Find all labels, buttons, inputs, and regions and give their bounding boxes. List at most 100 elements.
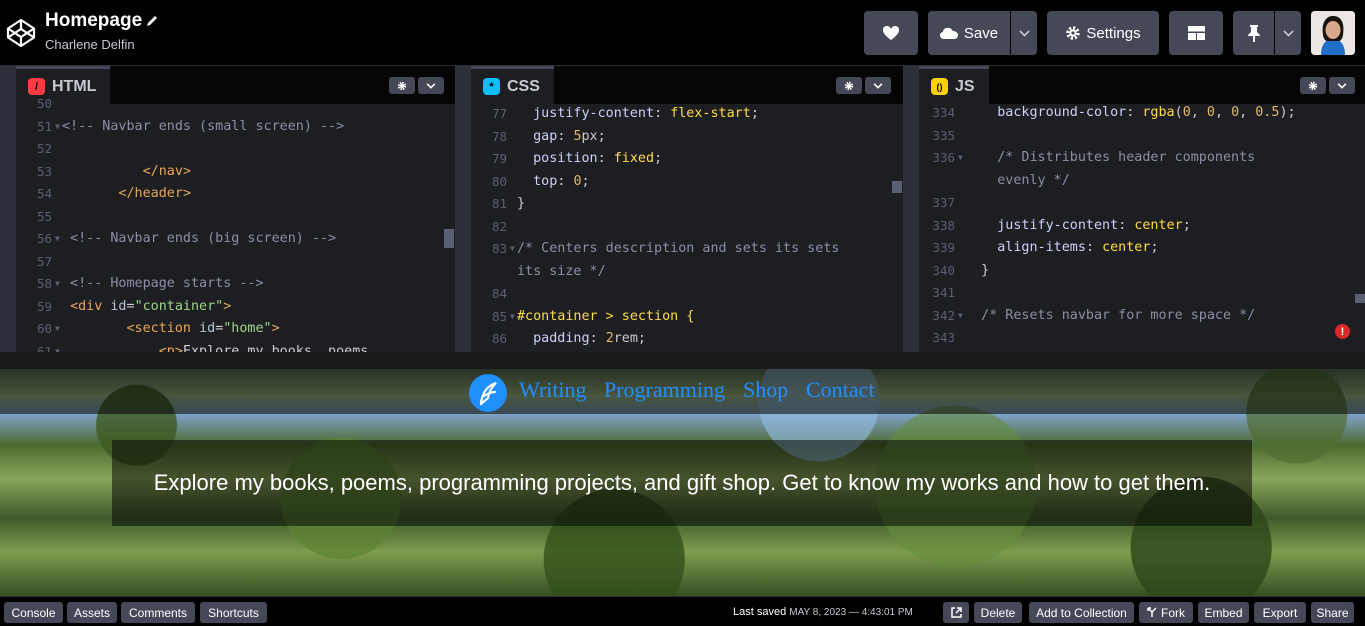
user-avatar[interactable] bbox=[1311, 11, 1355, 55]
fold-arrow-icon[interactable]: ▼ bbox=[958, 147, 963, 170]
code-line[interactable]: 52 bbox=[16, 138, 455, 161]
code-line[interactable]: its size */ bbox=[471, 261, 903, 284]
love-button[interactable] bbox=[864, 11, 918, 55]
code-line[interactable]: 82 bbox=[471, 216, 903, 239]
preview-frame[interactable]: Writing Programming Shop Contact Explore… bbox=[0, 352, 1365, 596]
export-button[interactable]: Export bbox=[1254, 602, 1306, 623]
code-line[interactable]: 84 bbox=[471, 283, 903, 306]
code-text: </nav> bbox=[142, 163, 191, 179]
site-logo-icon[interactable] bbox=[469, 374, 507, 412]
fold-arrow-icon[interactable]: ▼ bbox=[55, 318, 60, 341]
css-scrollbar[interactable] bbox=[892, 181, 902, 193]
assets-button[interactable]: Assets bbox=[67, 602, 117, 623]
fold-arrow-icon[interactable]: ▼ bbox=[55, 341, 60, 353]
code-line[interactable]: 81} bbox=[471, 193, 903, 216]
code-line[interactable]: 86 padding: 2rem; bbox=[471, 328, 903, 351]
console-button[interactable]: Console bbox=[4, 602, 63, 623]
js-options-button[interactable] bbox=[1329, 77, 1355, 94]
code-text: background-color: rgba(0, 0, 0, 0.5); bbox=[997, 105, 1296, 120]
fork-label: Fork bbox=[1161, 605, 1185, 620]
code-line[interactable]: 55 bbox=[16, 206, 455, 229]
nav-link-writing[interactable]: Writing bbox=[519, 377, 587, 403]
line-number: 52 bbox=[36, 141, 52, 156]
fold-arrow-icon[interactable]: ▼ bbox=[55, 273, 60, 296]
code-line[interactable]: 51 ▼ <!-- Navbar ends (small screen) --> bbox=[16, 116, 455, 139]
pen-author[interactable]: Charlene Delfin bbox=[45, 37, 135, 52]
html-scrollbar[interactable] bbox=[444, 229, 454, 248]
code-line[interactable]: 338 justify-content: center; bbox=[919, 215, 1365, 238]
code-line[interactable]: evenly */ bbox=[919, 170, 1365, 193]
code-line[interactable]: 58 ▼ <!-- Homepage starts --> bbox=[16, 273, 455, 296]
pin-options-button[interactable] bbox=[1275, 11, 1301, 55]
nav-link-shop[interactable]: Shop bbox=[743, 377, 788, 403]
settings-button[interactable]: Settings bbox=[1047, 11, 1159, 55]
external-link-icon bbox=[950, 607, 962, 618]
line-number: 58 bbox=[36, 276, 52, 291]
line-number: 340 bbox=[932, 262, 955, 278]
codepen-logo-icon[interactable] bbox=[6, 18, 36, 48]
code-line[interactable]: 78 gap: 5px; bbox=[471, 126, 903, 149]
code-line[interactable]: 336 ▼ /* Distributes header components bbox=[919, 147, 1365, 170]
comments-button[interactable]: Comments bbox=[121, 602, 195, 623]
code-line[interactable]: 53 </nav> bbox=[16, 161, 455, 184]
css-code[interactable]: 77 justify-content: flex-start; 78 gap: 5… bbox=[471, 104, 903, 352]
fold-arrow-icon[interactable]: ▼ bbox=[958, 305, 963, 328]
fork-button[interactable]: Fork bbox=[1139, 602, 1193, 623]
share-button[interactable]: Share bbox=[1311, 602, 1354, 623]
code-line[interactable]: 54 </header> bbox=[16, 183, 455, 206]
embed-button[interactable]: Embed bbox=[1198, 602, 1249, 623]
pin-button[interactable] bbox=[1233, 11, 1274, 55]
delete-button[interactable]: Delete bbox=[974, 602, 1022, 623]
js-scrollbar[interactable] bbox=[1355, 294, 1365, 303]
code-line[interactable]: 77 justify-content: flex-start; bbox=[471, 103, 903, 126]
code-line[interactable]: 339 align-items: center; bbox=[919, 237, 1365, 260]
js-code[interactable]: 334 background-color: rgba(0, 0, 0, 0.5)… bbox=[919, 104, 1365, 352]
change-view-button[interactable] bbox=[1169, 11, 1223, 55]
shortcuts-button[interactable]: Shortcuts bbox=[200, 602, 267, 623]
css-options-button[interactable] bbox=[865, 77, 891, 94]
code-line[interactable]: 343 bbox=[919, 327, 1365, 350]
line-number: 55 bbox=[36, 208, 52, 224]
code-line[interactable]: 50 bbox=[16, 93, 455, 116]
code-line[interactable]: 341 bbox=[919, 282, 1365, 305]
save-options-button[interactable] bbox=[1011, 11, 1037, 55]
js-settings-button[interactable] bbox=[1300, 77, 1326, 94]
code-line[interactable]: 342 ▼ /* Resets navbar for more space */ bbox=[919, 305, 1365, 328]
code-text: gap: 5px; bbox=[533, 128, 606, 144]
open-external-button[interactable] bbox=[943, 602, 969, 623]
code-line[interactable]: 60 ▼ <section id="home"> bbox=[16, 318, 455, 341]
save-button[interactable]: Save bbox=[928, 11, 1010, 55]
code-line[interactable]: 57 bbox=[16, 251, 455, 274]
fold-arrow-icon[interactable]: ▼ bbox=[55, 116, 60, 139]
add-to-collection-button[interactable]: Add to Collection bbox=[1029, 602, 1134, 623]
html-options-button[interactable] bbox=[418, 77, 444, 94]
code-line[interactable]: 80 top: 0; bbox=[471, 171, 903, 194]
fold-arrow-icon[interactable]: ▼ bbox=[510, 306, 515, 329]
code-text: evenly */ bbox=[965, 172, 1070, 188]
code-line[interactable]: 59 <div id="container"> bbox=[16, 296, 455, 319]
code-line[interactable]: 340 } bbox=[919, 260, 1365, 283]
css-settings-button[interactable] bbox=[836, 77, 862, 94]
fold-arrow-icon[interactable]: ▼ bbox=[510, 238, 515, 261]
line-number: 339 bbox=[932, 240, 955, 255]
pencil-edit-icon[interactable] bbox=[145, 14, 159, 28]
error-indicator-icon[interactable]: ! bbox=[1335, 324, 1350, 339]
pen-title[interactable]: Homepage bbox=[45, 10, 142, 32]
fold-arrow-icon[interactable]: ▼ bbox=[55, 228, 60, 251]
code-line[interactable]: 83 ▼/* Centers description and sets its s… bbox=[471, 238, 903, 261]
html-settings-button[interactable] bbox=[389, 77, 415, 94]
code-line[interactable]: 79 position: fixed; bbox=[471, 148, 903, 171]
code-line[interactable]: 56 ▼ <!-- Navbar ends (big screen) --> bbox=[16, 228, 455, 251]
tab-css[interactable]: * CSS bbox=[471, 66, 554, 104]
html-code[interactable]: 50 51 ▼ <!-- Navbar ends (small screen) -->… bbox=[16, 96, 455, 353]
code-line[interactable]: 61 ▼ <p>Explore my books, poems, bbox=[16, 341, 455, 353]
tab-js[interactable]: () JS bbox=[919, 66, 989, 104]
chevron-down-icon bbox=[1018, 29, 1030, 37]
code-line[interactable]: 335 bbox=[919, 125, 1365, 148]
code-line[interactable]: 334 background-color: rgba(0, 0, 0, 0.5)… bbox=[919, 102, 1365, 125]
code-text: justify-content: flex-start; bbox=[533, 106, 759, 121]
code-line[interactable]: 85 ▼ #container > section { bbox=[471, 306, 903, 329]
code-line[interactable]: 337 bbox=[919, 192, 1365, 215]
nav-link-programming[interactable]: Programming bbox=[604, 377, 725, 403]
nav-link-contact[interactable]: Contact bbox=[806, 377, 874, 403]
